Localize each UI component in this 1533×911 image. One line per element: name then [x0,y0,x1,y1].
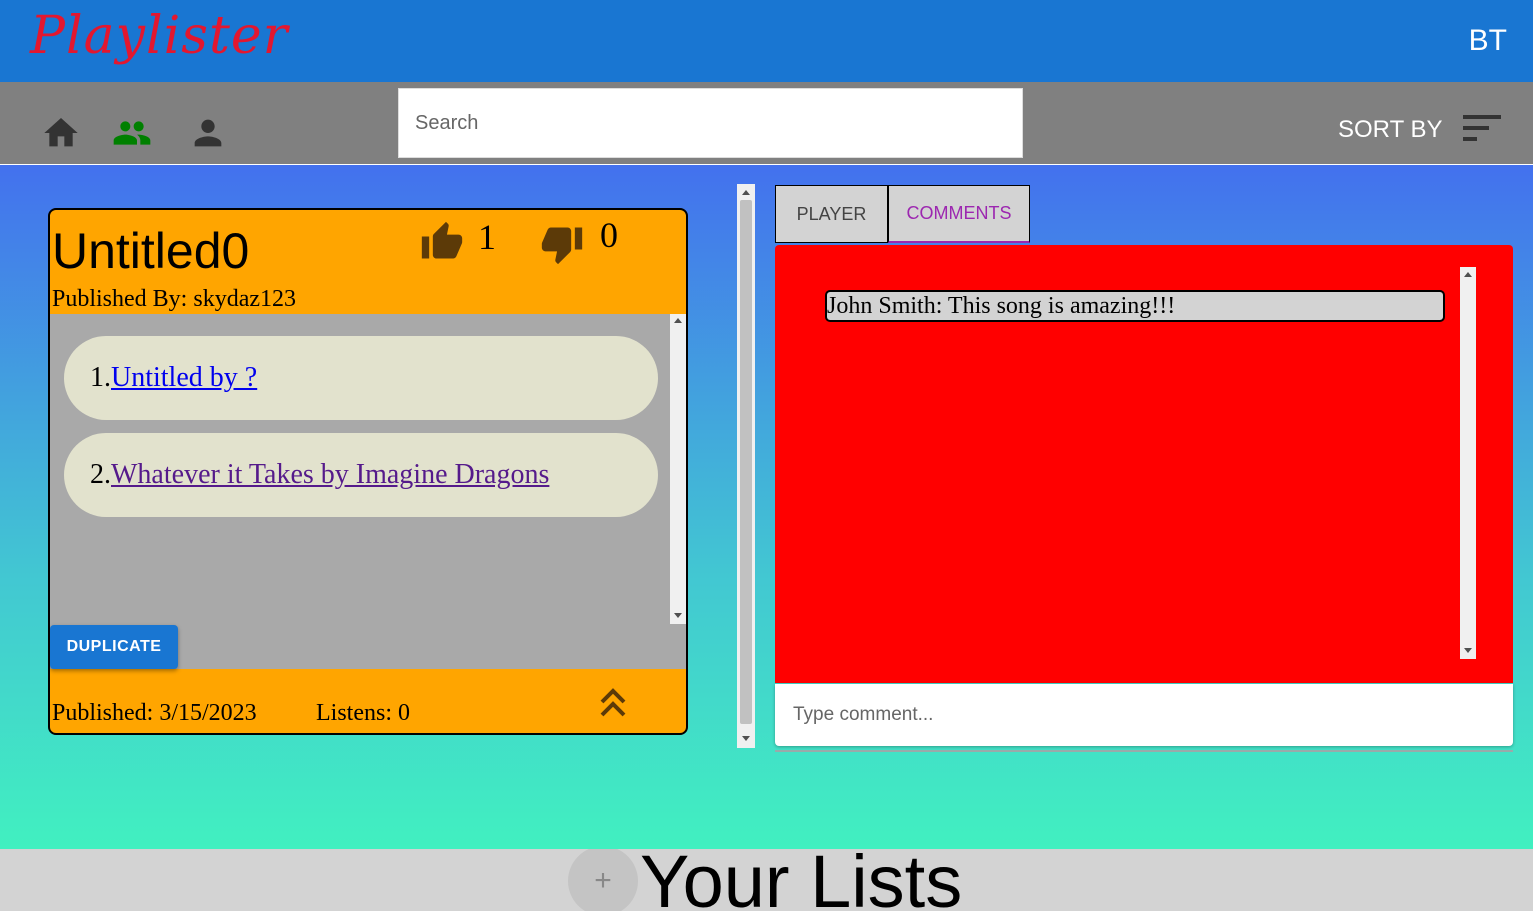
song-link[interactable]: Whatever it Takes by Imagine Dragons [111,459,549,491]
comment-input-underline [775,750,1513,752]
home-icon[interactable] [41,113,81,153]
duplicate-button[interactable]: DUPLICATE [50,625,178,669]
song-list-scrollbar[interactable] [670,314,686,624]
account-initials[interactable]: BT [1469,24,1507,58]
thumbs-down-icon[interactable] [540,222,584,266]
song-list: 1. Untitled by ? 2. Whatever it Takes by I… [50,314,686,669]
published-by: Published By: skydaz123 [52,286,296,312]
sort-by-label[interactable]: SORT BY [1338,116,1442,144]
your-lists-title: Your Lists [640,849,963,911]
song-link[interactable]: Untitled by ? [111,362,257,394]
app-logo[interactable]: Playlister [30,6,288,66]
listen-count: Listens: 0 [316,700,410,726]
dislike-count: 0 [600,215,618,255]
list-scrollbar-thumb[interactable] [740,200,752,724]
comment-input-box [775,684,1513,746]
song-card-2[interactable]: 2. Whatever it Takes by Imagine Dragons [64,433,658,517]
top-app-bar: Playlister BT [0,0,1533,82]
add-list-button[interactable]: + [568,849,638,911]
comment-item: John Smith: This song is amazing!!! [825,290,1445,322]
published-date: Published: 3/15/2023 [52,700,257,726]
person-icon[interactable] [188,113,228,153]
sort-icon[interactable] [1460,113,1504,145]
scroll-down-arrow[interactable] [674,613,682,618]
scroll-down-arrow[interactable] [1464,648,1472,653]
song-card-1[interactable]: 1. Untitled by ? [64,336,658,420]
song-index: 1. [90,362,111,393]
collapse-chevrons-icon[interactable] [598,686,628,720]
search-input[interactable] [399,89,1022,157]
your-lists-bar: + Your Lists [0,849,1533,911]
playlist-card[interactable]: Untitled0 Published By: skydaz123 1 0 1.… [48,208,688,735]
search-box [398,88,1023,158]
scroll-up-arrow[interactable] [674,318,682,323]
scroll-down-arrow[interactable] [742,736,750,741]
like-count: 1 [478,217,496,257]
groups-icon[interactable] [112,113,152,153]
playlist-title: Untitled0 [52,223,250,279]
tab-player[interactable]: PLAYER [775,185,888,243]
thumbs-up-icon[interactable] [420,220,464,264]
tab-comments[interactable]: COMMENTS [888,185,1030,243]
comment-input[interactable] [775,684,1513,746]
song-index: 2. [90,459,111,490]
scroll-up-arrow[interactable] [742,190,750,195]
comments-scrollbar[interactable] [1460,267,1476,659]
scroll-up-arrow[interactable] [1464,272,1472,277]
